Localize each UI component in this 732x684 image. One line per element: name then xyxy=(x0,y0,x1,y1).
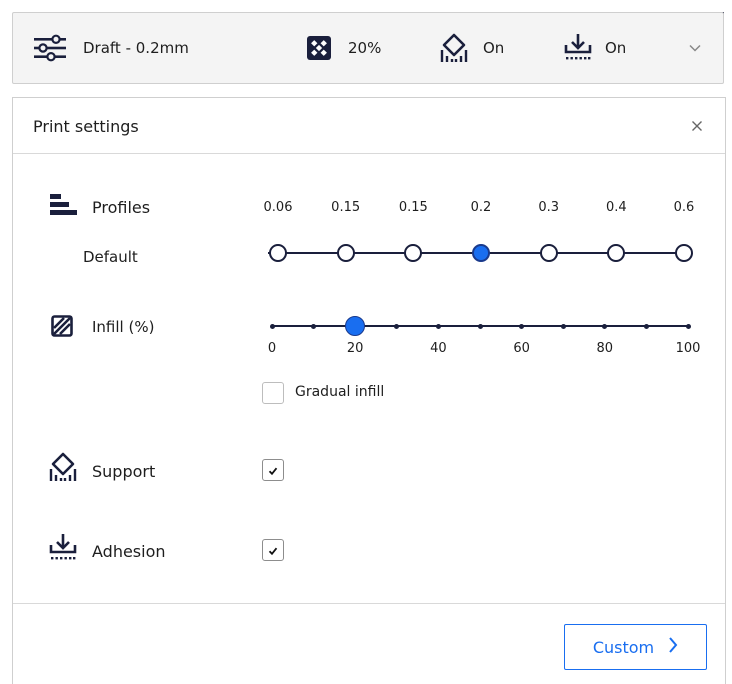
support-checkbox[interactable] xyxy=(262,459,284,481)
infill-step-dot xyxy=(269,323,275,329)
infill-tick-label: 80 xyxy=(596,341,614,356)
header-infill-value: 20% xyxy=(348,39,382,57)
header-profile-label: Draft - 0.2mm xyxy=(83,39,189,57)
profile-option[interactable] xyxy=(539,244,558,262)
header-support[interactable]: On xyxy=(439,13,504,83)
profiles-label: Profiles xyxy=(92,198,151,217)
infill-icon xyxy=(51,315,73,341)
checkmark-icon xyxy=(268,461,278,480)
profiles-default-label: Default xyxy=(83,248,138,266)
adhesion-checkbox[interactable] xyxy=(262,539,284,561)
header-support-value: On xyxy=(483,39,505,57)
infill-step-dot xyxy=(602,323,608,329)
gradual-infill-label: Gradual infill xyxy=(295,384,385,400)
profile-option-selected[interactable] xyxy=(472,244,490,262)
header-expand-button[interactable] xyxy=(688,13,702,83)
sliders-icon xyxy=(33,34,67,62)
infill-tick-label: 0 xyxy=(267,341,277,356)
gradual-infill-checkbox[interactable] xyxy=(262,382,284,404)
header-infill[interactable]: 20% xyxy=(306,13,381,83)
adhesion-icon xyxy=(563,32,593,64)
close-icon xyxy=(691,117,703,136)
profile-option[interactable] xyxy=(269,244,287,262)
infill-pattern-icon xyxy=(306,35,332,61)
header-adhesion[interactable]: On xyxy=(563,13,626,83)
infill-step-dot xyxy=(519,323,525,329)
custom-button[interactable]: Custom xyxy=(564,624,707,670)
close-button[interactable] xyxy=(687,116,707,136)
infill-slider-handle[interactable] xyxy=(345,316,366,336)
infill-step-dot xyxy=(311,323,317,329)
infill-label: Infill (%) xyxy=(92,318,155,336)
checkmark-icon xyxy=(268,541,278,560)
profile-tick-label: 0.4 xyxy=(605,200,627,215)
infill-tick-label: 60 xyxy=(513,341,530,356)
support-icon xyxy=(439,32,469,64)
infill-step-dot xyxy=(477,323,483,329)
profile-tick-label: 0.3 xyxy=(538,200,559,215)
adhesion-icon xyxy=(48,532,78,568)
profile-option[interactable] xyxy=(675,244,693,262)
infill-tick-label: 40 xyxy=(430,341,447,356)
support-label: Support xyxy=(92,462,156,481)
profile-tick-label: 0.6 xyxy=(673,200,695,215)
header-profile[interactable]: Draft - 0.2mm xyxy=(33,13,189,83)
panel-footer-divider xyxy=(13,603,725,604)
profile-tick-label: 0.15 xyxy=(398,200,428,215)
panel-title-divider xyxy=(13,153,725,154)
infill-step-dot xyxy=(394,323,400,329)
print-settings-panel: Print settings Profiles Default 0.06 0.15… xyxy=(12,97,726,684)
infill-tick-label: 100 xyxy=(675,341,701,356)
custom-button-label: Custom xyxy=(592,637,655,657)
chevron-right-icon xyxy=(668,636,678,658)
layers-icon xyxy=(49,193,79,221)
profile-tick-label: 0.06 xyxy=(263,200,293,215)
profile-option[interactable] xyxy=(336,244,355,262)
profile-option[interactable] xyxy=(607,244,626,262)
support-icon xyxy=(48,451,78,487)
infill-step-dot xyxy=(643,323,649,329)
header-adhesion-value: On xyxy=(605,39,627,57)
infill-step-dot xyxy=(560,323,566,329)
panel-title: Print settings xyxy=(33,117,139,136)
infill-tick-label: 20 xyxy=(346,341,364,356)
profile-tick-label: 0.15 xyxy=(331,200,361,215)
profile-option[interactable] xyxy=(404,244,423,262)
infill-step-dot xyxy=(435,323,441,329)
profile-tick-label: 0.2 xyxy=(470,200,492,215)
chevron-down-icon xyxy=(688,43,702,53)
print-setup-header[interactable]: Draft - 0.2mm 20% On On xyxy=(12,12,724,84)
infill-step-dot xyxy=(685,323,691,329)
adhesion-label: Adhesion xyxy=(92,542,166,561)
